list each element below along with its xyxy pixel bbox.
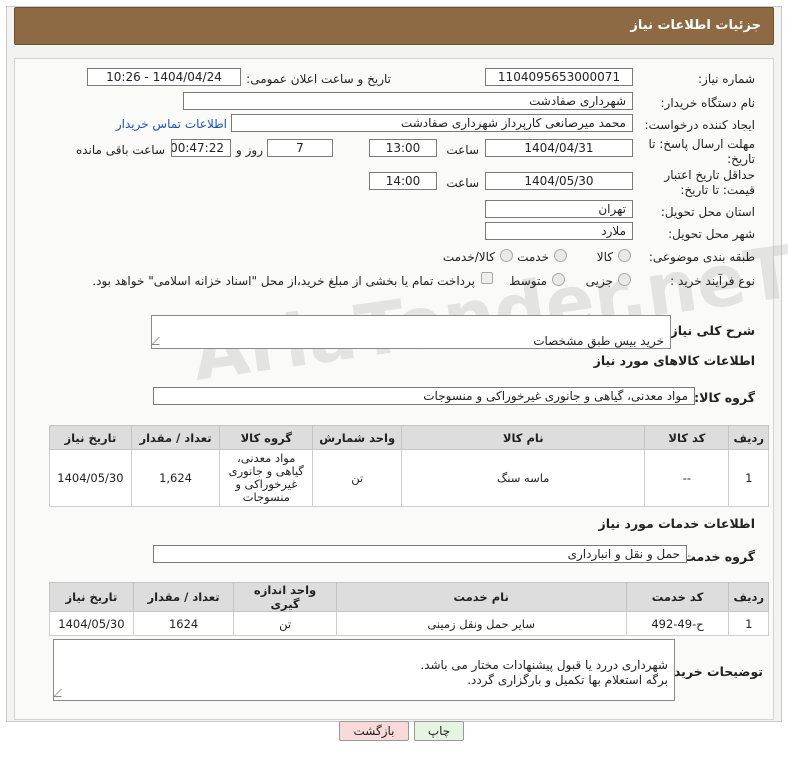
city-label: شهر محل تحویل: — [668, 227, 755, 241]
buyer-org-field[interactable]: شهرداری صفادشت — [183, 92, 633, 110]
reply-hour-label: ساعت — [446, 143, 479, 157]
treasury-checkbox[interactable] — [481, 272, 493, 284]
col-unit: واحد اندازه گیری — [233, 582, 337, 612]
remaining-label: ساعت باقی مانده — [75, 143, 165, 157]
price-validity-label: حداقل تاریخ اعتبار قیمت: تا تاریخ: — [664, 168, 755, 197]
cell-unit: تن — [233, 611, 337, 636]
remaining-time-field[interactable]: 00:47:22 — [171, 139, 231, 157]
announce-field[interactable]: 1404/04/24 - 10:26 — [87, 68, 241, 86]
price-time-field[interactable]: 14:00 — [369, 172, 437, 190]
services-group-label: گروه خدمت: — [678, 549, 755, 564]
price-date-field[interactable]: 1404/05/30 — [485, 172, 633, 190]
process-option-medium: متوسط — [509, 274, 547, 288]
details-panel: AriaTender.neT شماره نیاز: 1104095653000… — [14, 58, 788, 720]
cell-row: 1 — [728, 611, 769, 636]
col-date: تاریخ نیاز — [49, 582, 134, 612]
services-section-title: اطلاعات خدمات مورد نیاز — [598, 516, 756, 531]
cell-code: ح-49-492 — [625, 611, 730, 636]
col-row: ردیف — [728, 582, 769, 612]
city-field[interactable]: ملارد — [485, 222, 633, 240]
cell-row: 1 — [728, 449, 769, 507]
category-label: طبقه بندی موضوعی: — [648, 250, 755, 264]
col-qty: تعداد / مقدار — [132, 582, 235, 612]
buyer-org-label: نام دستگاه خریدار: — [660, 96, 756, 110]
services-table-header: ردیف کد خدمت نام خدمت واحد اندازه گیری ت… — [49, 582, 769, 612]
province-label: استان محل تحویل: — [660, 205, 755, 219]
creator-field[interactable]: محمد میرصانعی کارپرداز شهرداری صفادشت — [231, 114, 633, 132]
days-label: روز و — [236, 143, 263, 157]
cell-date: 1404/05/30 — [49, 449, 132, 507]
description-label: شرح کلی نیاز: — [665, 323, 755, 338]
resize-handle-icon[interactable] — [151, 337, 167, 345]
category-option-service: خدمت — [517, 250, 549, 264]
cell-qty: 1624 — [132, 611, 235, 636]
page-header: جزئیات اطلاعات نیاز — [14, 7, 774, 45]
creator-label: ایجاد کننده درخواست: — [644, 118, 755, 132]
col-date: تاریخ نیاز — [49, 425, 132, 450]
category-radio-service[interactable] — [554, 249, 567, 262]
cell-unit: تن — [312, 449, 403, 507]
process-label: نوع فرآیند خرید : — [670, 274, 755, 288]
print-button[interactable]: چاپ — [414, 721, 464, 741]
goods-table-header: ردیف کد کالا نام کالا واحد شمارش گروه کا… — [49, 425, 769, 450]
services-group-field[interactable]: حمل و نقل و انبارداری — [153, 545, 687, 563]
need-number-field[interactable]: 1104095653000071 — [485, 68, 633, 86]
col-name: نام خدمت — [335, 582, 627, 612]
col-qty: تعداد / مقدار — [130, 425, 221, 450]
category-radio-goods-service[interactable] — [500, 249, 513, 262]
cell-group: مواد معدنی، گیاهی و جانوری غیرخوراکی و م… — [219, 449, 314, 507]
process-radio-medium[interactable] — [552, 273, 565, 286]
process-radio-minor[interactable] — [618, 273, 631, 286]
page-title: جزئیات اطلاعات نیاز — [630, 18, 761, 33]
col-row: ردیف — [728, 425, 769, 450]
description-textarea[interactable]: خرید بیس طبق مشخصات — [151, 315, 671, 349]
cell-name: ماسه سنگ — [401, 449, 646, 507]
cell-name: سایر حمل ونقل زمینی — [335, 611, 627, 636]
contact-info-link[interactable]: اطلاعات تماس خریدار — [116, 117, 227, 131]
goods-table: ردیف کد کالا نام کالا واحد شمارش گروه کا… — [49, 425, 769, 507]
col-code: کد خدمت — [625, 582, 730, 612]
col-unit: واحد شمارش — [312, 425, 403, 450]
province-field[interactable]: تهران — [485, 200, 633, 218]
cell-code: -- — [644, 449, 730, 507]
buyer-notes-textarea[interactable]: شهرداری دررد یا قبول پیشنهادات مختار می … — [53, 639, 675, 701]
table-row[interactable]: 1 ح-49-492 سایر حمل ونقل زمینی تن 1624 1… — [49, 611, 769, 636]
category-option-goods: کالا — [596, 250, 613, 264]
reply-date-field[interactable]: 1404/04/31 — [485, 139, 633, 157]
goods-group-field[interactable]: مواد معدنی، گیاهی و جانوری غیرخوراکی و م… — [153, 387, 695, 405]
back-button[interactable]: بازگشت — [339, 721, 409, 741]
table-row[interactable]: 1 -- ماسه سنگ تن مواد معدنی، گیاهی و جان… — [49, 449, 769, 507]
reply-deadline-label: مهلت ارسال پاسخ: تا تاریخ: — [648, 137, 755, 166]
description-text: خرید بیس طبق مشخصات — [533, 334, 664, 348]
category-option-goods-service: کالا/خدمت — [442, 250, 495, 264]
col-code: کد کالا — [644, 425, 730, 450]
days-field[interactable]: 7 — [267, 139, 333, 157]
col-name: نام کالا — [401, 425, 646, 450]
cell-date: 1404/05/30 — [49, 611, 134, 636]
resize-handle-icon[interactable] — [53, 689, 69, 697]
goods-section-title: اطلاعات کالاهای مورد نیاز — [593, 353, 755, 368]
announce-label: تاریخ و ساعت اعلان عمومی: — [246, 72, 391, 86]
need-number-label: شماره نیاز: — [698, 72, 755, 86]
col-group: گروه کالا — [219, 425, 314, 450]
reply-time-field[interactable]: 13:00 — [369, 139, 437, 157]
buyer-notes-text: شهرداری دررد یا قبول پیشنهادات مختار می … — [420, 658, 668, 687]
services-table: ردیف کد خدمت نام خدمت واحد اندازه گیری ت… — [49, 582, 769, 636]
category-radio-goods[interactable] — [618, 249, 631, 262]
price-hour-label: ساعت — [446, 176, 479, 190]
goods-group-label: گروه کالا: — [694, 390, 755, 405]
payment-note: پرداخت تمام یا بخشی از مبلغ خرید،از محل … — [92, 274, 475, 288]
process-option-minor: جزیی — [585, 274, 613, 288]
cell-qty: 1,624 — [130, 449, 221, 507]
